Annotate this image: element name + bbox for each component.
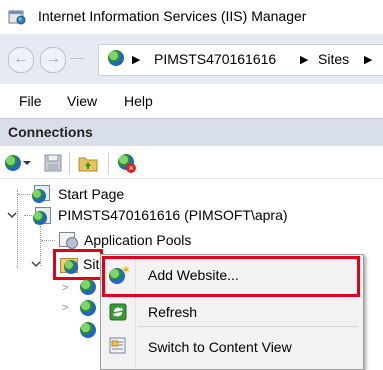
- breadcrumb-sites[interactable]: Sites: [318, 51, 349, 67]
- tree-item-application-pools[interactable]: Application Pools: [84, 232, 191, 248]
- menu-file[interactable]: File: [19, 93, 42, 109]
- menu-item-switch-content-view[interactable]: Switch to Content View: [148, 339, 292, 355]
- menu-view[interactable]: View: [67, 93, 97, 109]
- tree-item-start-page[interactable]: Start Page: [58, 186, 124, 202]
- application-pools-icon: [58, 230, 78, 249]
- expand-chevron-icon[interactable]: [31, 260, 41, 268]
- tree-item-server[interactable]: PIMSTS470161616 (PIMSOFT\apra): [58, 207, 288, 223]
- refresh-icon: [109, 303, 127, 321]
- breadcrumb-separator-2: ▶: [300, 54, 309, 66]
- breadcrumb-server[interactable]: PIMSTS470161616: [154, 51, 276, 67]
- back-arrow-icon[interactable]: ←: [8, 47, 34, 73]
- expand-chevron-icon[interactable]: [7, 211, 17, 219]
- breadcrumb-separator-1: ▶: [132, 54, 141, 66]
- connections-title: Connections: [8, 124, 93, 140]
- add-website-highlight-box: [102, 256, 360, 297]
- menu-bar: [0, 84, 383, 118]
- tree-connector: [18, 194, 30, 195]
- server-icon: [33, 206, 53, 225]
- toolbar-divider-2: [108, 152, 109, 174]
- toolbar-divider: [69, 152, 70, 174]
- tree-connector: [41, 240, 55, 241]
- nav-divider: [70, 58, 84, 59]
- connect-icon[interactable]: [5, 154, 31, 172]
- iis-manager-icon: [8, 10, 26, 25]
- content-view-icon: [109, 337, 126, 354]
- up-folder-icon[interactable]: [78, 154, 98, 172]
- sites-highlight-box: [53, 249, 103, 280]
- context-menu-separator: [138, 326, 358, 327]
- website-globe-icon: [80, 300, 96, 316]
- website-globe-icon: [80, 279, 96, 295]
- start-page-icon: [32, 185, 50, 203]
- breadcrumb-separator-3: ▶: [364, 54, 373, 66]
- expand-arrow-icon[interactable]: >: [62, 302, 68, 314]
- tree-connector: [17, 190, 18, 268]
- save-icon[interactable]: [44, 154, 62, 172]
- website-globe-icon: [80, 322, 96, 338]
- forward-arrow-icon[interactable]: →: [40, 47, 66, 73]
- tree-connector: [24, 215, 32, 216]
- disconnect-icon[interactable]: ×: [118, 154, 138, 174]
- window-title: Internet Information Services (IIS) Mana…: [38, 8, 307, 24]
- globe-icon: [108, 50, 124, 66]
- menu-help[interactable]: Help: [124, 93, 153, 109]
- expand-arrow-icon[interactable]: >: [62, 282, 68, 294]
- menu-item-refresh[interactable]: Refresh: [148, 304, 197, 320]
